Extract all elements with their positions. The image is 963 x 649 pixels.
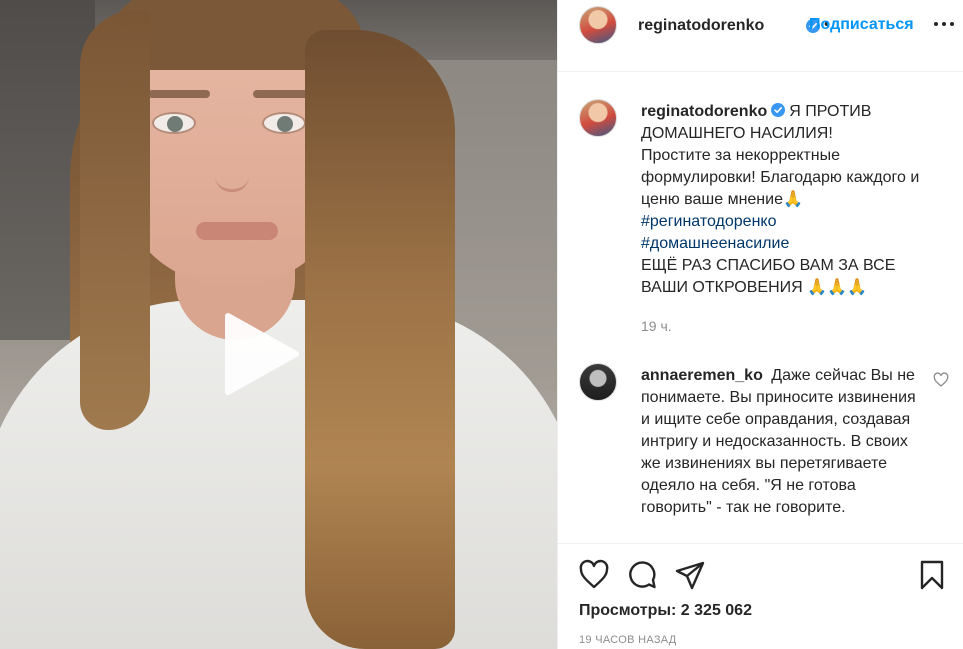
commenter-avatar[interactable] — [579, 363, 617, 401]
comment-icon[interactable] — [626, 559, 658, 591]
instagram-post: reginatodorenko • Подписаться reginatodo… — [0, 0, 963, 649]
author-username[interactable]: reginatodorenko — [638, 17, 764, 35]
views-value: 2 325 062 — [680, 602, 752, 619]
hashtag-link[interactable]: #домашнеенасилие — [641, 235, 789, 252]
video-frame-mouth — [196, 222, 278, 240]
comments-list[interactable]: reginatodorenko Я ПРОТИВ ДОМАШНЕГО НАСИЛИ… — [558, 73, 963, 543]
video-frame-hair-right — [305, 30, 455, 649]
caption-author-avatar[interactable] — [579, 99, 617, 137]
video-frame-hair-left — [80, 10, 150, 430]
share-icon[interactable] — [674, 559, 706, 591]
post-header: reginatodorenko • Подписаться — [558, 0, 963, 72]
views-count: Просмотры: 2 325 062 — [579, 602, 752, 620]
caption-text: reginatodorenko Я ПРОТИВ ДОМАШНЕГО НАСИЛИ… — [641, 101, 941, 337]
heart-icon[interactable] — [578, 559, 610, 591]
follow-button[interactable]: Подписаться — [809, 16, 914, 34]
more-options-icon[interactable] — [932, 12, 956, 36]
author-avatar[interactable] — [579, 6, 617, 44]
post-actions: Просмотры: 2 325 062 19 ЧАСОВ НАЗАД — [558, 543, 963, 649]
comment-body: Даже сейчас Вы не понимаете. Вы приносит… — [641, 367, 916, 516]
verified-badge-icon — [771, 103, 786, 117]
caption-line: ЕЩЁ РАЗ СПАСИБО ВАМ ЗА ВСЕ ВАШИ ОТКРОВЕН… — [641, 257, 896, 296]
play-icon[interactable] — [218, 312, 302, 396]
caption-timestamp[interactable]: 19 ч. — [641, 315, 941, 337]
caption-username[interactable]: reginatodorenko — [641, 103, 767, 120]
bookmark-icon[interactable] — [916, 559, 948, 591]
comment-text: annaeremen_ko Даже сейчас Вы не понимает… — [641, 365, 926, 519]
video-frame-eye — [152, 112, 196, 134]
hashtag-link[interactable]: #регинатодоренко — [641, 213, 777, 230]
video-frame-nose — [215, 150, 249, 192]
post-video[interactable] — [0, 0, 557, 649]
commenter-username[interactable]: annaeremen_ko — [641, 367, 763, 384]
video-frame-eye — [262, 112, 306, 134]
post-date[interactable]: 19 ЧАСОВ НАЗАД — [579, 634, 677, 646]
post-sidebar: reginatodorenko • Подписаться reginatodo… — [557, 0, 963, 649]
views-label: Просмотры: — [579, 602, 677, 619]
caption-line: Простите за некорректные формулировки! Б… — [641, 147, 920, 208]
video-frame-brow — [148, 90, 210, 98]
comment-heart-icon[interactable] — [933, 372, 949, 388]
